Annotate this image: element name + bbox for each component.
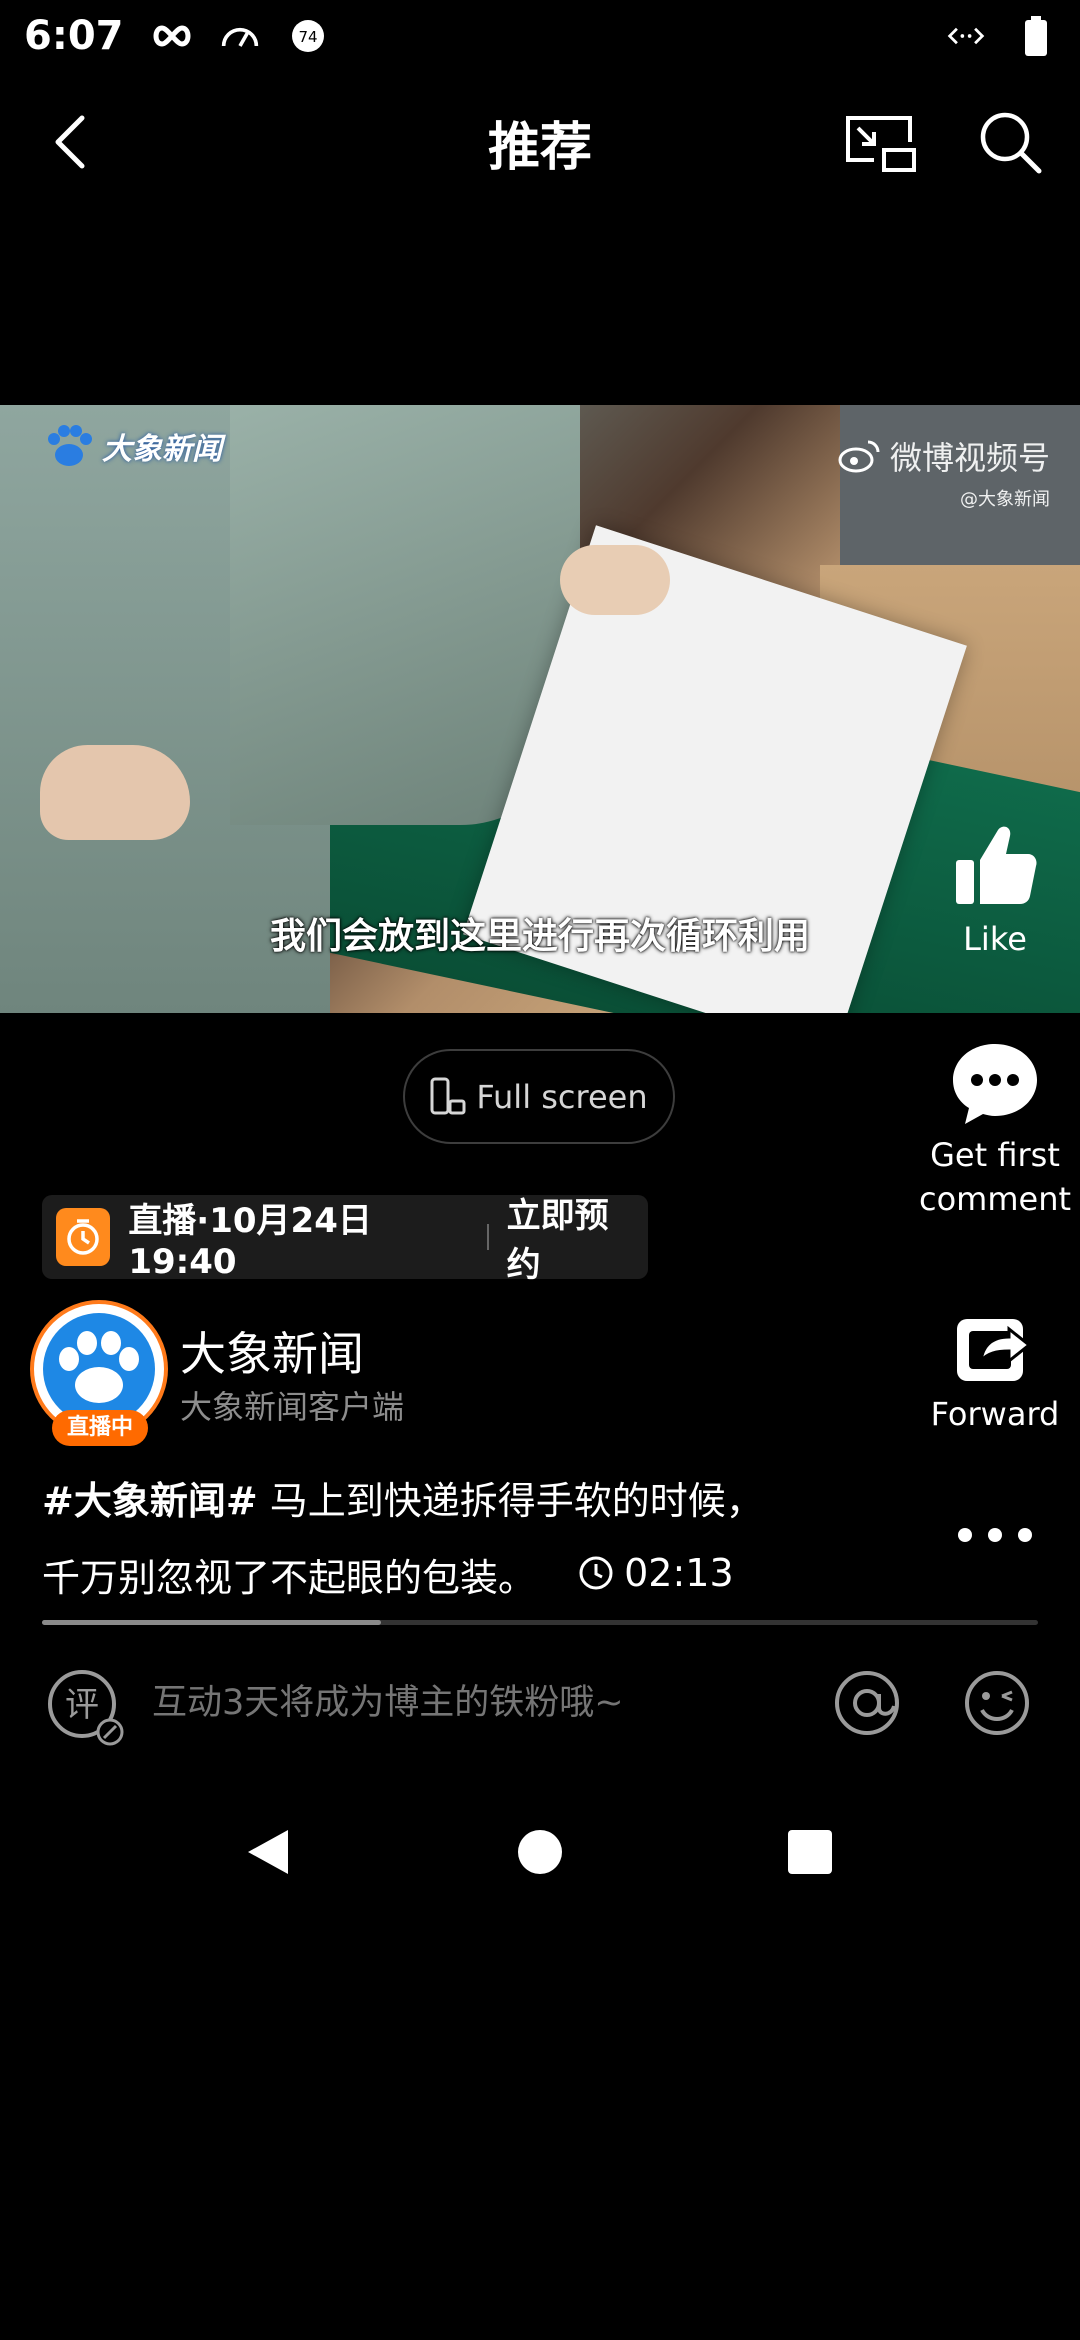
battery-icon [1016, 16, 1056, 56]
video-logo: 大象新闻 [44, 423, 222, 469]
search-button[interactable] [970, 102, 1050, 182]
search-icon [980, 112, 1042, 174]
status-bar: 6:07 74 [0, 0, 1080, 72]
back-button[interactable] [30, 102, 110, 182]
live-banner-text: 直播·10月24日 19:40 [128, 1200, 372, 1282]
forward-label: Forward [930, 1395, 1060, 1433]
badge-number: 74 [298, 28, 317, 46]
video-logo-text: 大象新闻 [102, 432, 222, 467]
fullscreen-button[interactable]: Full screen [403, 1049, 675, 1144]
code-icon [946, 16, 986, 56]
reserve-button[interactable]: 立即预约 [507, 1188, 634, 1286]
caption: #大象新闻# 马上到快递拆得手软的时候， 千万别忽视了不起眼的包装。 02:13 [42, 1465, 862, 1614]
video-subtitle: 我们会放到这里进行再次循环利用 [269, 916, 810, 957]
duration: 02:13 [578, 1537, 734, 1609]
video-watermark: 微博视频号 @大象新闻 [838, 433, 1050, 511]
progress-fill [42, 1620, 381, 1625]
comment-button[interactable]: Get first comment [905, 1040, 1080, 1218]
nav-recents-icon[interactable] [784, 1822, 844, 1882]
caption-line1: #大象新闻# 马上到快递拆得手软的时候， [42, 1465, 862, 1537]
duration-text: 02:13 [624, 1551, 734, 1595]
comment-label-line1: Get first [930, 1136, 1060, 1174]
live-badge: 直播中 [52, 1410, 148, 1446]
watermark-main-text: 微博视频号 [889, 439, 1050, 477]
author-row[interactable]: 直播中 大象新闻 大象新闻客户端 [30, 1300, 850, 1450]
comment-bubble-icon [953, 1044, 1037, 1124]
watermark-main: 微博视频号 [838, 433, 1050, 479]
video-scene-hand [40, 745, 190, 840]
progress-bar[interactable] [42, 1620, 1038, 1625]
alarm-clock-icon [56, 1208, 111, 1266]
system-nav-bar [0, 1800, 1080, 1900]
top-nav: 推荐 [0, 72, 1080, 212]
nav-home-icon[interactable] [516, 1822, 576, 1882]
clock-icon [579, 1556, 613, 1590]
share-icon [957, 1319, 1032, 1381]
page-title: 推荐 [487, 117, 592, 178]
caption-text-2: 千万别忽视了不起眼的包装。 [42, 1556, 537, 1600]
forward-button[interactable]: Forward [905, 1305, 1080, 1433]
more-button[interactable] [950, 1510, 1040, 1560]
caption-text-1: 马上到快递拆得手软的时候， [257, 1479, 764, 1523]
live-banner[interactable]: 直播·10月24日 19:40 立即预约 [42, 1195, 648, 1285]
author-name[interactable]: 大象新闻 [180, 1318, 364, 1384]
back-icon [55, 115, 85, 169]
like-button[interactable]: Like [935, 820, 1055, 958]
weibo-icon [838, 440, 880, 473]
status-time: 6:07 [24, 13, 124, 59]
infinity-icon [152, 16, 192, 56]
author-subtitle: 大象新闻客户端 [180, 1388, 405, 1426]
caption-line2: 千万别忽视了不起眼的包装。 02:13 [42, 1537, 862, 1614]
watermark-sub: @大象新闻 [960, 489, 1050, 510]
comment-label-line2: comment [918, 1180, 1072, 1218]
comment-icon-char: 评 [65, 1685, 99, 1725]
rotate-phone-icon [430, 1077, 466, 1114]
badge-icon: 74 [288, 16, 328, 56]
comment-bar: 评 [0, 1660, 1080, 1750]
video-scene-hand-2 [560, 545, 670, 615]
live-banner-divider [486, 1224, 489, 1250]
pip-icon [846, 116, 916, 172]
emoji-icon[interactable] [962, 1668, 1032, 1738]
hashtag-link[interactable]: #大象新闻# [42, 1479, 258, 1523]
thumbs-up-icon [956, 826, 1037, 904]
paw-icon [48, 425, 92, 466]
status-left: 6:07 74 [24, 13, 328, 59]
pip-button[interactable] [840, 102, 920, 182]
at-icon[interactable] [832, 1668, 902, 1738]
status-right [946, 16, 1056, 56]
comment-input[interactable] [150, 1682, 710, 1724]
comment-write-icon[interactable]: 评 [46, 1668, 126, 1748]
fullscreen-label: Full screen [476, 1077, 648, 1116]
video-player[interactable]: 大象新闻 微博视频号 @大象新闻 我们会放到这里进行再次循环利用 [0, 405, 1080, 1013]
like-label: Like [963, 920, 1027, 958]
nav-back-icon[interactable] [240, 1822, 300, 1882]
speedometer-icon [220, 16, 260, 56]
more-dots-icon [958, 1528, 1032, 1542]
